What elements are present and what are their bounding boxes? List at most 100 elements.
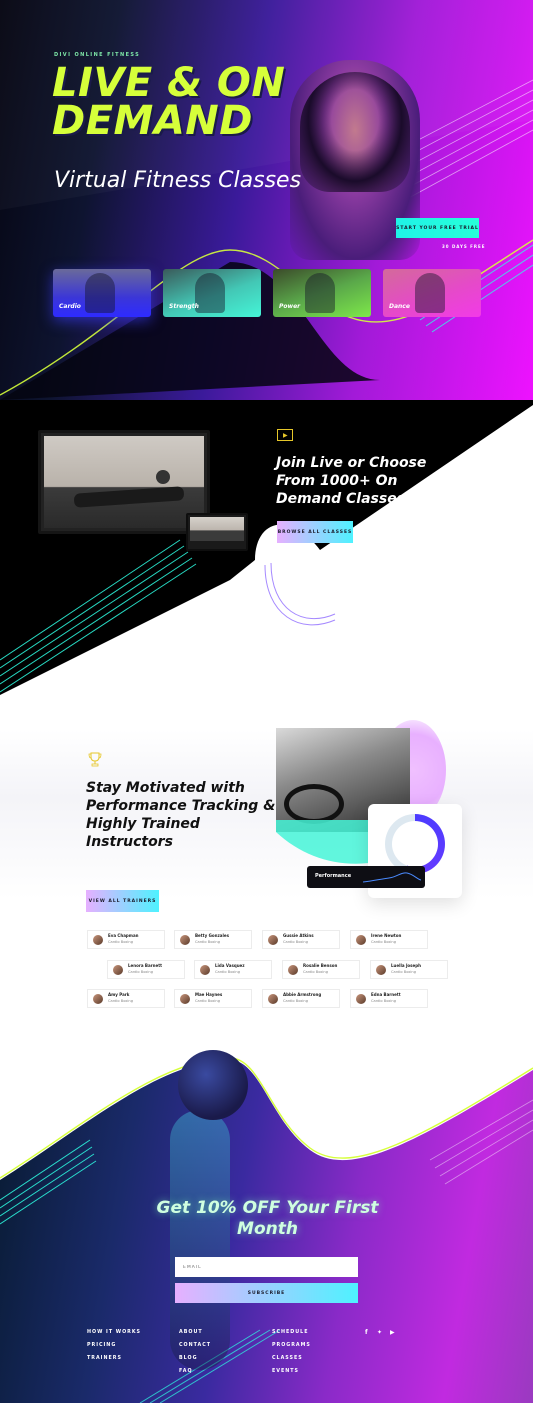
trainer-card[interactable]: Betty Gonzales Cardio Boxing (174, 930, 252, 949)
trainer-role: Cardio Boxing (128, 970, 153, 974)
performance-graph (363, 872, 421, 883)
trainer-card[interactable]: Gussie Atkins Cardio Boxing (262, 930, 340, 949)
join-section: ▶ Join Live or Choose From 1000+ On Dema… (0, 400, 533, 700)
trainer-role: Cardio Boxing (303, 970, 328, 974)
avatar (288, 965, 298, 975)
footer-link[interactable]: FAQ (179, 1369, 211, 1382)
subscribe-button[interactable]: SUBSCRIBE (175, 1283, 358, 1303)
category-card-cardio[interactable]: Cardio (53, 269, 151, 317)
trainer-role: Cardio Boxing (371, 999, 396, 1003)
trophy-icon (88, 752, 102, 767)
footer-link[interactable]: EVENTS (272, 1369, 311, 1382)
trainer-role: Cardio Boxing (391, 970, 416, 974)
avatar (113, 965, 123, 975)
footer-column-1: HOW IT WORKS PRICING TRAINERS (87, 1330, 141, 1369)
avatar (93, 994, 103, 1004)
footer-link[interactable]: PRICING (87, 1343, 141, 1356)
trainer-role: Cardio Boxing (283, 999, 308, 1003)
performance-badge: Performance (307, 866, 425, 888)
trainer-card[interactable]: Irene Newton Cardio Boxing (350, 930, 428, 949)
trainer-card[interactable]: Mae Haynes Cardio Boxing (174, 989, 252, 1008)
email-input[interactable] (175, 1257, 358, 1277)
avatar (180, 935, 190, 945)
trainer-role: Cardio Boxing (108, 999, 133, 1003)
view-trainers-button[interactable]: VIEW ALL TRAINERS (86, 890, 159, 912)
hero-title: LIVE & ON DEMAND (52, 60, 286, 144)
trainer-name: Lenora Barnett (128, 963, 163, 968)
trainer-role: Cardio Boxing (108, 940, 133, 944)
category-photo (85, 273, 115, 313)
category-card-power[interactable]: Power (273, 269, 371, 317)
trainer-card[interactable]: Amy Park Cardio Boxing (87, 989, 165, 1008)
footer-link[interactable]: TRAINERS (87, 1356, 141, 1369)
start-trial-button[interactable]: START YOUR FREE TRIAL (396, 218, 479, 238)
promo-section: Get 10% OFF Your First Month SUBSCRIBE H… (0, 1030, 533, 1403)
laptop-screen (190, 517, 244, 541)
trainers-section: Stay Motivated with Performance Tracking… (0, 700, 533, 1030)
trainer-role: Cardio Boxing (215, 970, 240, 974)
category-photo (415, 273, 445, 313)
desktop-monitor (38, 430, 210, 534)
footer-link[interactable]: ABOUT (179, 1330, 211, 1343)
trainer-card[interactable]: Eva Chapman Cardio Boxing (87, 930, 165, 949)
footer-link[interactable]: CLASSES (272, 1356, 311, 1369)
browse-classes-button[interactable]: BROWSE ALL CLASSES (277, 521, 353, 543)
plank-figure (73, 486, 185, 508)
avatar (268, 935, 278, 945)
trainer-card[interactable]: Lenora Barnett Cardio Boxing (107, 960, 185, 979)
footer-link[interactable]: PROGRAMS (272, 1343, 311, 1356)
hero-subtitle: Virtual Fitness Classes (54, 168, 302, 193)
trainer-name: Mae Haynes (195, 992, 223, 997)
avatar (376, 965, 386, 975)
avatar (268, 994, 278, 1004)
trainer-role: Cardio Boxing (371, 940, 396, 944)
category-photo (195, 273, 225, 313)
medicine-ball (156, 470, 170, 484)
footer-column-2: ABOUT CONTACT BLOG FAQ (179, 1330, 211, 1382)
trainer-card[interactable]: Luella Joseph Cardio Boxing (370, 960, 448, 979)
category-card-strength[interactable]: Strength (163, 269, 261, 317)
twitter-icon[interactable]: ✦ (377, 1329, 382, 1336)
avatar (356, 935, 366, 945)
promo-heading: Get 10% OFF Your First Month (156, 1198, 379, 1240)
footer-link[interactable]: BLOG (179, 1356, 211, 1369)
laptop-device (186, 513, 248, 551)
trainer-role: Cardio Boxing (283, 940, 308, 944)
join-heading: Join Live or Choose From 1000+ On Demand… (276, 455, 427, 508)
category-label: Cardio (59, 303, 81, 310)
footer-link[interactable]: HOW IT WORKS (87, 1330, 141, 1343)
facebook-icon[interactable]: f (365, 1329, 368, 1336)
avatar (200, 965, 210, 975)
youtube-icon[interactable]: ▶ (390, 1329, 395, 1336)
trainer-name: Abbie Armstrong (283, 992, 322, 997)
trainer-role: Cardio Boxing (195, 999, 220, 1003)
category-label: Power (279, 303, 301, 310)
promo-medicine-ball (178, 1050, 248, 1120)
hero-eyebrow: DIVI ONLINE FITNESS (54, 52, 141, 58)
footer-link[interactable]: CONTACT (179, 1343, 211, 1356)
trainer-card[interactable]: Rosalie Benson Cardio Boxing (282, 960, 360, 979)
trainer-name: Betty Gonzales (195, 933, 229, 938)
trainer-card[interactable]: Edna Barnett Cardio Boxing (350, 989, 428, 1008)
footer-column-3: SCHEDULE PROGRAMS CLASSES EVENTS (272, 1330, 311, 1382)
trainers-heading: Stay Motivated with Performance Tracking… (86, 780, 276, 850)
footer-link[interactable]: SCHEDULE (272, 1330, 311, 1343)
avatar (93, 935, 103, 945)
category-label: Dance (389, 303, 410, 310)
trainer-name: Irene Newton (371, 933, 402, 938)
play-icon[interactable]: ▶ (277, 429, 293, 441)
avatar (356, 994, 366, 1004)
category-card-dance[interactable]: Dance (383, 269, 481, 317)
trainer-card[interactable]: Abbie Armstrong Cardio Boxing (262, 989, 340, 1008)
hero-section: DIVI ONLINE FITNESS LIVE & ON DEMAND Vir… (0, 0, 533, 400)
performance-label: Performance (315, 873, 352, 879)
bike-wheel (284, 784, 344, 824)
trial-note: 30 DAYS FREE (442, 244, 486, 249)
category-label: Strength (169, 303, 199, 310)
monitor-screen (44, 436, 204, 528)
progress-ring (385, 814, 445, 874)
trainer-card[interactable]: Lida Vasquez Cardio Boxing (194, 960, 272, 979)
trainer-name: Luella Joseph (391, 963, 421, 968)
trainer-name: Eva Chapman (108, 933, 139, 938)
category-photo (305, 273, 335, 313)
